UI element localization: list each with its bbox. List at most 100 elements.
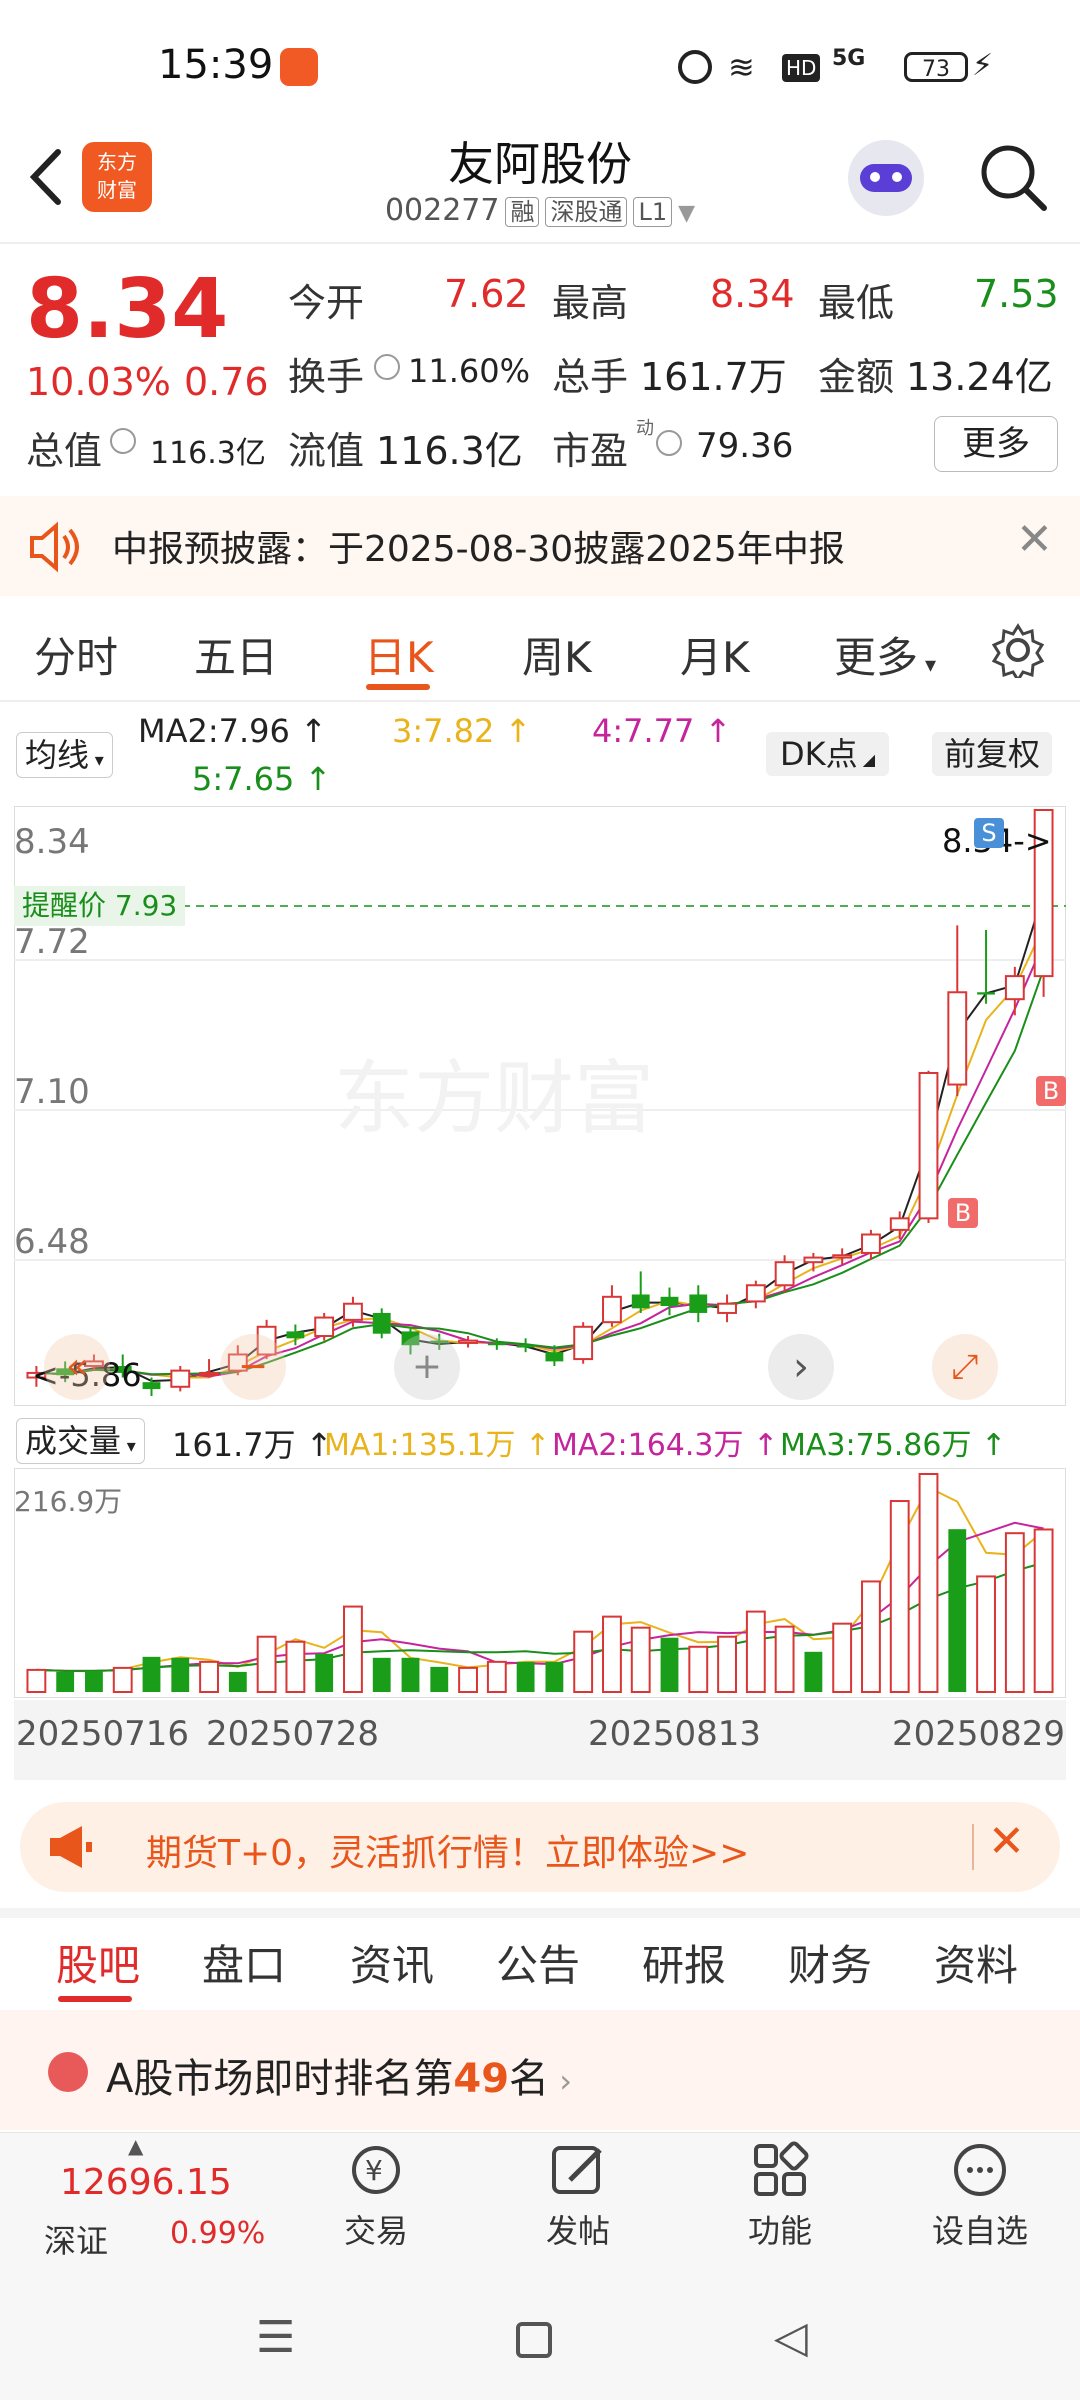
- divider: [0, 700, 1080, 702]
- volume-value: 161.7万: [640, 355, 787, 399]
- date-label: 20250813: [588, 1714, 762, 1754]
- zoom-in-icon[interactable]: +: [394, 1334, 460, 1400]
- amount-label: 金额: [818, 355, 895, 399]
- index-value[interactable]: 12696.15: [60, 2162, 232, 2203]
- trade-icon: ¥: [346, 2140, 406, 2200]
- pe-value: 79.36: [696, 426, 794, 466]
- battery-indicator: 73: [904, 52, 968, 82]
- watermark: 东方财富: [334, 1052, 654, 1145]
- tab-five-day[interactable]: 五日: [194, 624, 278, 685]
- tab-intraday[interactable]: 分时: [34, 624, 118, 685]
- scroll-left-icon[interactable]: «: [44, 1334, 110, 1400]
- nav-trade[interactable]: ¥ 交易: [316, 2140, 436, 2252]
- robot-avatar[interactable]: [848, 140, 924, 216]
- nav-add-watchlist[interactable]: 设自选: [920, 2140, 1040, 2252]
- stock-code: 002277: [384, 193, 500, 228]
- dk-point-button[interactable]: DK点 ◢: [766, 732, 890, 776]
- adjust-button[interactable]: 前复权: [932, 732, 1053, 776]
- pe-dynamic-mark: 动: [636, 418, 654, 439]
- info-icon[interactable]: [656, 430, 682, 456]
- volume-bar: [804, 1651, 823, 1692]
- vol-ma3: MA3:75.86万 ↑: [780, 1428, 1007, 1463]
- tab-financials[interactable]: 财务: [788, 1932, 872, 1993]
- volume-bar: [1004, 1532, 1025, 1693]
- divider: [972, 1824, 974, 1870]
- ma4-value: 4:7.77 ↑: [592, 712, 732, 750]
- y-label-2: 7.72: [14, 922, 90, 962]
- ma2-value: MA2:7.96 ↑: [138, 712, 327, 750]
- candle: [545, 1352, 564, 1362]
- tab-profile[interactable]: 资料: [934, 1932, 1018, 1993]
- float-label: 流值: [288, 429, 365, 473]
- tab-orderbook[interactable]: 盘口: [202, 1932, 286, 1993]
- candle: [142, 1382, 161, 1390]
- volume-bar: [142, 1656, 161, 1692]
- volume-bar: [630, 1626, 651, 1693]
- tab-forum[interactable]: 股吧: [56, 1932, 140, 1993]
- open-value: 7.62: [444, 272, 529, 316]
- search-icon[interactable]: [978, 142, 1048, 212]
- volume-bar: [315, 1653, 334, 1692]
- last-price: 8.34: [26, 262, 229, 357]
- promo-banner[interactable]: 期货T+0，灵活抓行情！立即体验>> ✕: [20, 1802, 1060, 1892]
- more-button[interactable]: 更多: [934, 416, 1058, 472]
- alert-price-label[interactable]: 提醒价 7.93: [14, 886, 186, 926]
- pe-label: 市盈: [552, 429, 629, 473]
- candle: [602, 1295, 622, 1324]
- rank-banner[interactable]: A股市场即时排名第49名 ›: [0, 2010, 1080, 2130]
- tab-monthly-k[interactable]: 月K: [680, 624, 750, 685]
- candle: [286, 1331, 305, 1339]
- date-label: 20250728: [206, 1714, 380, 1754]
- info-icon[interactable]: [374, 354, 400, 380]
- candle: [372, 1312, 391, 1334]
- volume-bar: [774, 1625, 795, 1693]
- grid-icon: [750, 2140, 810, 2200]
- tab-news[interactable]: 资讯: [350, 1932, 434, 1993]
- scroll-right-icon[interactable]: ›: [768, 1334, 834, 1400]
- fullscreen-icon[interactable]: ⤢: [932, 1334, 998, 1400]
- chevron-down-icon[interactable]: ▼: [678, 201, 695, 226]
- margin-tag: 融: [505, 197, 540, 227]
- index-name[interactable]: 深证: [44, 2216, 108, 2262]
- volume-bar: [285, 1640, 306, 1694]
- tab-announcements[interactable]: 公告: [496, 1932, 580, 1993]
- buy-signal-badge[interactable]: B: [948, 1198, 978, 1228]
- info-icon[interactable]: [110, 428, 136, 454]
- candle: [573, 1325, 594, 1361]
- candle: [314, 1316, 335, 1338]
- volume-bar: [171, 1657, 190, 1692]
- gear-icon[interactable]: [990, 622, 1046, 683]
- sell-signal-badge[interactable]: S: [974, 818, 1004, 848]
- volume-bar: [228, 1671, 247, 1692]
- kline-chart[interactable]: 东方财富 8.34 7.72 7.10 6.48 提醒价 7.93 8.34->…: [13, 805, 1067, 1407]
- back-icon[interactable]: ◁: [774, 2312, 808, 2363]
- volume-bar: [976, 1575, 996, 1693]
- home-icon[interactable]: [516, 2322, 552, 2358]
- tab-weekly-k[interactable]: 周K: [522, 624, 592, 685]
- volume-chart[interactable]: 216.9万: [13, 1467, 1067, 1699]
- menu-icon[interactable]: ☰: [256, 2312, 295, 2363]
- candle: [170, 1369, 191, 1388]
- volume-selector[interactable]: 成交量 ▾: [16, 1418, 145, 1464]
- volume-bar: [199, 1660, 219, 1693]
- close-icon[interactable]: ✕: [988, 1816, 1025, 1867]
- tab-research[interactable]: 研报: [642, 1932, 726, 1993]
- zoom-out-icon[interactable]: −: [220, 1334, 286, 1400]
- status-time: 15:39: [158, 42, 274, 88]
- candle: [977, 992, 995, 995]
- notice-bar[interactable]: 中报预披露：于2025-08-30披露2025年中报 ✕: [0, 496, 1080, 596]
- ma-selector[interactable]: 均线 ▾: [16, 732, 113, 778]
- promo-text: 期货T+0，灵活抓行情！立即体验>>: [146, 1833, 750, 1874]
- candle: [631, 1294, 650, 1309]
- volume-bar: [861, 1580, 881, 1693]
- volume-bar: [372, 1657, 391, 1692]
- float-value: 116.3亿: [376, 429, 523, 473]
- active-tab-indicator: [58, 1996, 132, 2002]
- nav-functions[interactable]: 功能: [720, 2140, 840, 2252]
- buy-signal-badge[interactable]: B: [1036, 1076, 1066, 1106]
- nav-post[interactable]: 发帖: [518, 2140, 638, 2252]
- speaker-icon: [26, 520, 80, 574]
- tab-more[interactable]: 更多 ▾: [834, 624, 936, 685]
- tab-daily-k[interactable]: 日K: [364, 624, 434, 685]
- close-icon[interactable]: ✕: [1016, 514, 1053, 565]
